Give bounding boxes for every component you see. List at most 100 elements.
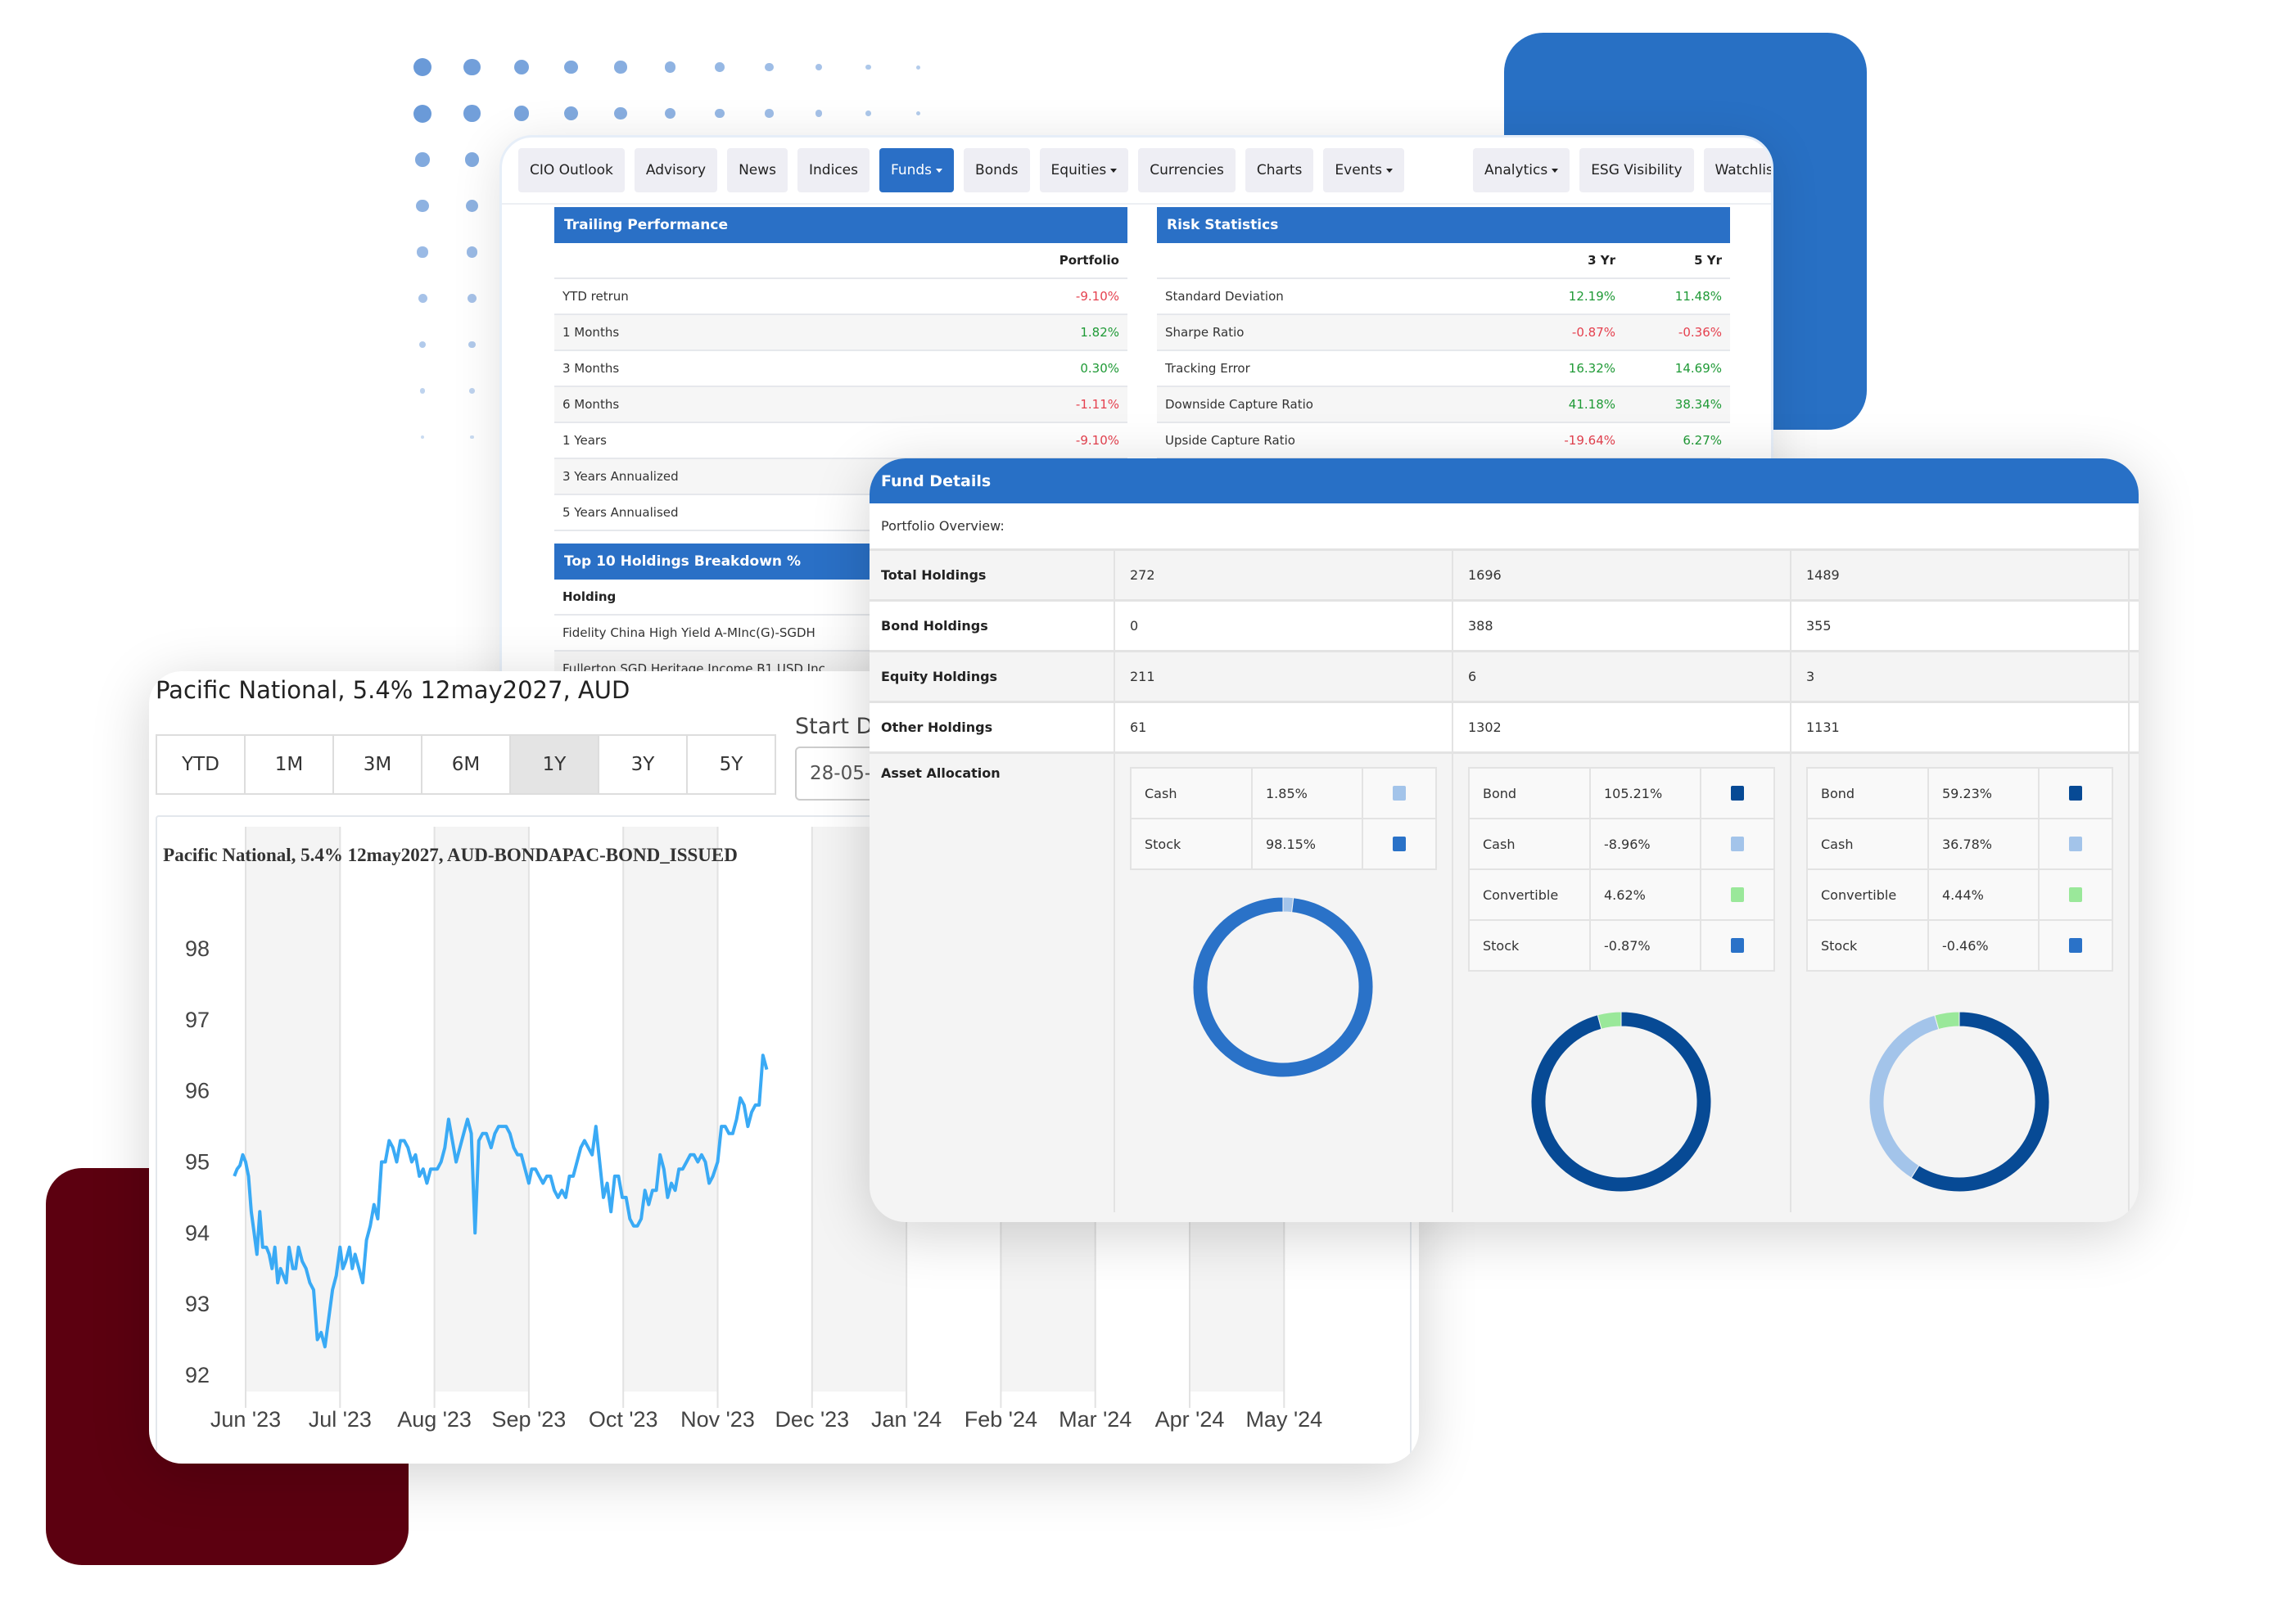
row-label: Bond Holdings	[870, 602, 1115, 650]
asset-name: Cash	[1132, 769, 1253, 818]
row-label: Equity Holdings	[870, 652, 1115, 701]
nav-funds[interactable]: Funds	[879, 148, 955, 192]
value-3yr: 41.18%	[1568, 397, 1615, 412]
swatch-cell	[1701, 921, 1773, 970]
decorative-dot	[418, 294, 427, 303]
month-band	[246, 827, 341, 1392]
decorative-dot	[564, 106, 578, 120]
decorative-dot	[466, 246, 478, 258]
value-3yr: -0.87%	[1571, 325, 1615, 340]
legend-swatch	[2069, 837, 2082, 851]
nav-advisory[interactable]: Advisory	[634, 148, 718, 192]
table-header-row: 3 Yr 5 Yr	[1157, 243, 1730, 279]
nav-currencies[interactable]: Currencies	[1138, 148, 1236, 192]
allocation-row: Cash 1.85%	[1132, 769, 1435, 819]
month-band	[434, 827, 529, 1392]
donut-slice-convertible[interactable]	[1597, 1011, 1622, 1030]
nav-watchlist[interactable]: Watchlist	[1703, 148, 1771, 192]
value-5yr: 6.27%	[1683, 433, 1722, 448]
allocation-row: Stock -0.46%	[1808, 921, 2112, 970]
nav-analytics[interactable]: Analytics	[1472, 148, 1570, 192]
donut-slice-bond[interactable]	[1530, 1011, 1712, 1193]
nav-indices[interactable]: Indices	[797, 148, 870, 192]
table-row: 3 Months 0.30%	[554, 351, 1127, 387]
legend-swatch	[1731, 887, 1744, 902]
row-label: Tracking Error	[1165, 361, 1250, 376]
table-row: Standard Deviation 12.19% 11.48%	[1157, 279, 1730, 315]
legend-swatch	[1731, 786, 1744, 801]
nav-events[interactable]: Events	[1323, 148, 1404, 192]
table-row: Sharpe Ratio -0.87% -0.36%	[1157, 315, 1730, 351]
row-value: -1.11%	[1075, 397, 1119, 412]
donut-slice-cash[interactable]	[1868, 1014, 1940, 1179]
table-row: Upside Capture Ratio -19.64% 6.27%	[1157, 423, 1730, 459]
row-value: 272	[1115, 551, 1453, 599]
asset-pct: 4.62%	[1591, 870, 1701, 919]
nav-divider	[502, 203, 1771, 205]
value-3yr: -19.64%	[1564, 433, 1615, 448]
asset-pct: -8.96%	[1591, 819, 1701, 868]
row-value: 3	[1791, 652, 2130, 701]
asset-pct: -0.46%	[1929, 921, 2040, 970]
asset-pct: 36.78%	[1929, 819, 2040, 868]
donut-slice-bond[interactable]	[1910, 1011, 2050, 1193]
x-tick-label: Oct '23	[589, 1407, 658, 1432]
allocation-column: Bond 105.21% Cash -8.96% Convertible 4.62% Sto…	[1453, 754, 1791, 1212]
row-label: Upside Capture Ratio	[1165, 433, 1295, 448]
table-row: 1 Months 1.82%	[554, 315, 1127, 351]
asset-name: Stock	[1470, 921, 1591, 970]
legend-swatch	[1731, 837, 1744, 851]
nav-cio-outlook[interactable]: CIO Outlook	[518, 148, 625, 192]
decorative-dot	[463, 58, 481, 76]
asset-pct: 105.21%	[1591, 769, 1701, 818]
decorative-dot	[470, 435, 474, 440]
swatch-cell	[2040, 769, 2112, 818]
nav-news[interactable]: News	[727, 148, 788, 192]
row-value: 6	[1453, 652, 1791, 701]
x-tick-label: Sep '23	[492, 1407, 567, 1432]
legend-swatch	[1731, 938, 1744, 953]
asset-pct: -0.87%	[1591, 921, 1701, 970]
nav-esg-visibility[interactable]: ESG Visibility	[1579, 148, 1694, 192]
swatch-cell	[1701, 769, 1773, 818]
nav-charts[interactable]: Charts	[1245, 148, 1314, 192]
donut-slice-convertible[interactable]	[1934, 1011, 1960, 1031]
swatch-cell	[2040, 870, 2112, 919]
nav-label: Advisory	[645, 162, 707, 178]
x-tick-label: Nov '23	[680, 1407, 755, 1432]
allocation-donut-chart	[1192, 896, 1374, 1078]
table-row: Tracking Error 16.32% 14.69%	[1157, 351, 1730, 387]
main-nav: CIO Outlook Advisory News Indices Funds Bonds…	[518, 148, 1771, 192]
y-tick-label: 96	[185, 1079, 210, 1103]
donut-slice-stock[interactable]	[1192, 896, 1374, 1078]
decorative-dot	[564, 60, 578, 74]
legend-swatch	[2069, 786, 2082, 801]
asset-pct: 4.44%	[1929, 870, 2040, 919]
decorative-dot	[513, 59, 530, 75]
nav-bonds[interactable]: Bonds	[964, 148, 1030, 192]
value-3yr: 16.32%	[1568, 361, 1615, 376]
nav-equities[interactable]: Equities	[1039, 148, 1129, 192]
y-tick-label: 93	[185, 1292, 210, 1316]
nav-label: Charts	[1256, 162, 1303, 178]
decorative-dot	[463, 105, 481, 122]
decorative-dot	[715, 108, 725, 119]
x-tick-label: Dec '23	[775, 1407, 849, 1432]
allocation-row: Convertible 4.44%	[1808, 870, 2112, 921]
header-3-yr: 3 Yr	[1588, 253, 1615, 268]
row-value: 211	[1115, 652, 1453, 701]
decorative-dot	[915, 65, 920, 70]
asset-pct: 1.85%	[1253, 769, 1363, 818]
allocation-row: Stock 98.15%	[1132, 819, 1435, 868]
allocation-column: Bond 59.23% Cash 36.78% Convertible 4.44% Stoc…	[1791, 754, 2130, 1212]
asset-name: Bond	[1470, 769, 1591, 818]
swatch-cell	[1701, 819, 1773, 868]
x-tick-label: Feb '24	[965, 1407, 1037, 1432]
row-value: 0	[1115, 602, 1453, 650]
table-row: 6 Months -1.11%	[554, 387, 1127, 423]
row-label: 1 Months	[562, 325, 620, 340]
swatch-cell	[1363, 769, 1435, 818]
allocation-row: Convertible 4.62%	[1470, 870, 1773, 921]
fund-row-total-holdings: Total Holdings 272 1696 1489	[870, 551, 2139, 602]
